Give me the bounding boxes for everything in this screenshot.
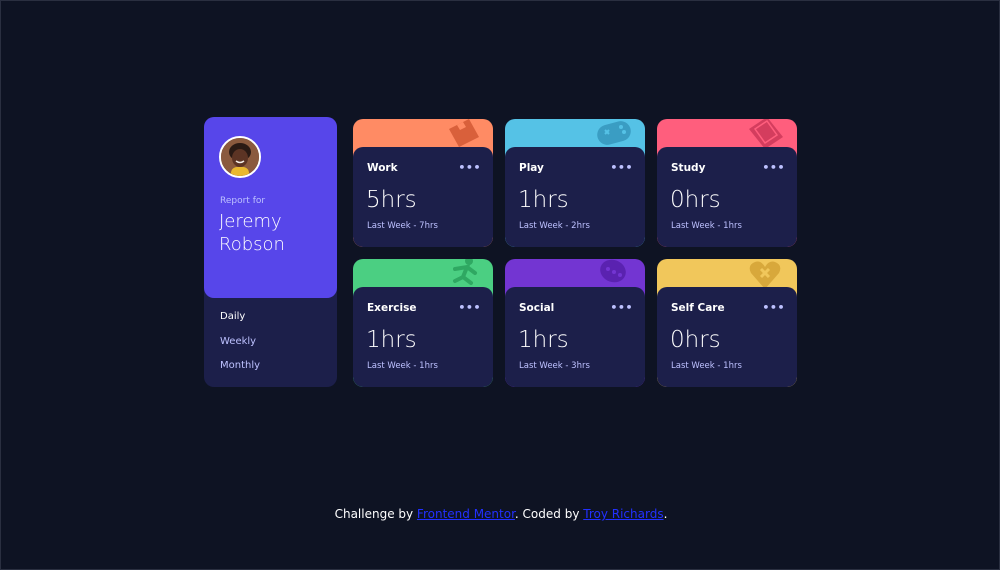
activity-current-hours: 5hrs (366, 187, 417, 213)
timeframe-list: Daily Weekly Monthly (220, 310, 260, 384)
activity-card-self-care: Self Care ••• 0hrs Last Week - 1hrs (657, 259, 797, 387)
frontend-mentor-link[interactable]: Frontend Mentor (417, 507, 515, 521)
ellipsis-menu-icon[interactable]: ••• (458, 301, 481, 314)
activity-card-social: Social ••• 1hrs Last Week - 3hrs (505, 259, 645, 387)
footer-prefix: Challenge by (334, 507, 417, 521)
avatar (219, 136, 261, 178)
activity-card-body: Work ••• 5hrs Last Week - 7hrs (353, 147, 493, 247)
report-for-label: Report for (220, 196, 266, 206)
author-link[interactable]: Troy Richards (583, 507, 663, 521)
attribution-footer: Challenge by Frontend Mentor. Coded by T… (1, 507, 1000, 521)
ellipsis-menu-icon[interactable]: ••• (610, 161, 633, 174)
user-name: Jeremy Robson (219, 211, 285, 255)
timeframe-monthly[interactable]: Monthly (220, 359, 260, 384)
activity-previous-hours: Last Week - 1hrs (671, 361, 742, 371)
ellipsis-menu-icon[interactable]: ••• (762, 161, 785, 174)
ellipsis-menu-icon[interactable]: ••• (762, 301, 785, 314)
ellipsis-menu-icon[interactable]: ••• (458, 161, 481, 174)
activity-current-hours: 1hrs (518, 327, 569, 353)
profile-card: Report for Jeremy Robson Daily Weekly Mo… (204, 117, 337, 387)
activity-card-exercise: Exercise ••• 1hrs Last Week - 1hrs (353, 259, 493, 387)
timeframe-weekly[interactable]: Weekly (220, 335, 260, 360)
activity-title: Play (519, 162, 544, 174)
activity-previous-hours: Last Week - 7hrs (367, 221, 438, 231)
footer-middle: . Coded by (514, 507, 584, 521)
footer-suffix: . (663, 507, 668, 521)
activity-previous-hours: Last Week - 1hrs (671, 221, 742, 231)
timeframe-daily[interactable]: Daily (220, 310, 260, 335)
activity-card-body: Exercise ••• 1hrs Last Week - 1hrs (353, 287, 493, 387)
activity-card-body: Play ••• 1hrs Last Week - 2hrs (505, 147, 645, 247)
activity-previous-hours: Last Week - 2hrs (519, 221, 590, 231)
activity-title: Work (367, 162, 398, 174)
activity-previous-hours: Last Week - 1hrs (367, 361, 438, 371)
activity-previous-hours: Last Week - 3hrs (519, 361, 590, 371)
activity-card-body: Self Care ••• 0hrs Last Week - 1hrs (657, 287, 797, 387)
activity-current-hours: 0hrs (670, 327, 721, 353)
activity-card-work: Work ••• 5hrs Last Week - 7hrs (353, 119, 493, 247)
profile-header: Report for Jeremy Robson (204, 117, 337, 298)
activity-card-study: Study ••• 0hrs Last Week - 1hrs (657, 119, 797, 247)
time-tracking-dashboard: Report for Jeremy Robson Daily Weekly Mo… (204, 117, 798, 387)
activity-title: Exercise (367, 302, 417, 314)
activity-title: Study (671, 162, 706, 174)
activity-current-hours: 0hrs (670, 187, 721, 213)
ellipsis-menu-icon[interactable]: ••• (610, 301, 633, 314)
user-avatar-photo-icon (221, 138, 259, 176)
activity-title: Social (519, 302, 555, 314)
activity-card-body: Study ••• 0hrs Last Week - 1hrs (657, 147, 797, 247)
activity-card-body: Social ••• 1hrs Last Week - 3hrs (505, 287, 645, 387)
activity-current-hours: 1hrs (366, 327, 417, 353)
activity-card-play: Play ••• 1hrs Last Week - 2hrs (505, 119, 645, 247)
activity-title: Self Care (671, 302, 725, 314)
activity-current-hours: 1hrs (518, 187, 569, 213)
